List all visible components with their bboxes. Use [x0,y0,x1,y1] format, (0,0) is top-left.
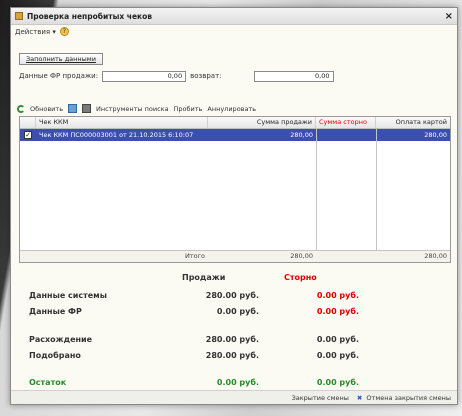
table-footer: Итого 280,00 280,00 [20,250,450,262]
row-sale: 280,00 [290,131,313,139]
fr-sales-field[interactable]: 0,00 [102,70,187,82]
menu-bar: Действия ▾ ? [11,25,457,38]
column-divider [316,129,317,250]
row-receipt: Чек ККМ ПС000003001 от 21.10.2015 6:10:0… [39,131,194,139]
summary-row-picked: Подобрано 280.00 руб. 0.00 руб. [29,351,449,363]
cancel-icon: ✖ [356,393,363,402]
storno-header: Сторно [284,273,317,282]
summary-row-fr: Данные ФР 0.00 руб. 0.00 руб. [29,307,449,319]
footer-sale: 280,00 [290,252,313,260]
cancel-close-shift-button[interactable]: ✖ Отмена закрытия смены [357,394,451,402]
header-receipt[interactable]: Чек ККМ [36,117,208,128]
summary-label: Расхождение [29,335,93,344]
header-sale[interactable]: Сумма продажи [208,117,316,128]
header-storno[interactable]: Сумма сторно [316,117,376,128]
summary-sales: 280.00 руб. [205,351,259,360]
help-icon[interactable]: ? [59,27,69,36]
actions-menu[interactable]: Действия ▾ [15,28,56,36]
fr-data-row: Данные ФР продажи: 0,00 возврат: 0,00 [19,70,334,82]
cancel-close-shift-label: Отмена закрытия смены [366,393,451,402]
summary-label: Остаток [29,378,67,387]
summary-storno: 0.00 руб. [316,307,359,316]
dialog-window: Проверка непробитых чеков × Действия ▾ ?… [10,7,458,405]
find-icon[interactable] [82,104,92,113]
edit-icon[interactable] [68,104,78,113]
grid-toolbar: Обновить Инструменты поиска Пробить Анну… [17,104,256,113]
refresh-button[interactable]: Обновить [30,105,63,113]
app-icon [15,12,23,20]
bottom-bar: Закрытие смены ✖ Отмена закрытия смены [11,390,457,404]
fr-return-label: возврат: [190,72,222,80]
summary-sales: 280.00 руб. [205,335,259,344]
summary-label: Данные ФР [29,307,82,316]
refresh-icon[interactable] [17,104,25,113]
row-card: 280,00 [424,131,447,139]
window-title: Проверка непробитых чеков [27,11,153,21]
summary-row-system: Данные системы 280.00 руб. 0.00 руб. [29,291,449,303]
table-body: ✓ Чек ККМ ПС000003001 от 21.10.2015 6:10… [20,129,450,250]
fr-return-field[interactable]: 0,00 [253,70,334,82]
summary-storno: 0.00 руб. [316,291,359,300]
footer-card: 280,00 [424,252,447,260]
fr-sales-label: Данные ФР продажи: [19,72,99,80]
summary-label: Подобрано [29,351,81,360]
close-icon[interactable]: × [445,11,453,22]
summary-storno: 0.00 руб. [316,335,359,344]
table-header: Чек ККМ Сумма продажи Сумма сторно Оплат… [20,117,450,129]
cancel-receipt-button[interactable]: Аннулировать [207,105,256,113]
summary-storno: 0.00 руб. [316,351,359,360]
summary-label: Данные системы [29,291,107,300]
summary-row-diff: Расхождение 280.00 руб. 0.00 руб. [29,335,449,347]
summary-sales: 280.00 руб. [205,291,259,300]
find-tools-button[interactable]: Инструменты поиска [96,105,169,113]
summary-row-remainder: Остаток 0.00 руб. 0.00 руб. [29,378,449,390]
row-checkbox[interactable]: ✓ [24,131,32,139]
close-shift-button[interactable]: Закрытие смены [292,394,349,402]
header-card[interactable]: Оплата картой [376,117,450,128]
header-check [20,117,36,128]
summary-storno: 0.00 руб. [316,378,359,387]
check-button[interactable]: Пробить [174,105,203,113]
fill-data-button[interactable]: Заполнить данными [19,53,103,65]
table-row[interactable]: ✓ Чек ККМ ПС000003001 от 21.10.2015 6:10… [20,129,450,141]
title-bar: Проверка непробитых чеков × [11,8,457,25]
footer-total-label: Итого [184,252,205,260]
summary-sales: 0.00 руб. [216,307,259,316]
receipts-table: Чек ККМ Сумма продажи Сумма сторно Оплат… [19,116,451,263]
summary-sales: 0.00 руб. [216,378,259,387]
row-storno [316,129,376,141]
column-divider [376,129,377,250]
sales-header: Продажи [182,273,226,282]
